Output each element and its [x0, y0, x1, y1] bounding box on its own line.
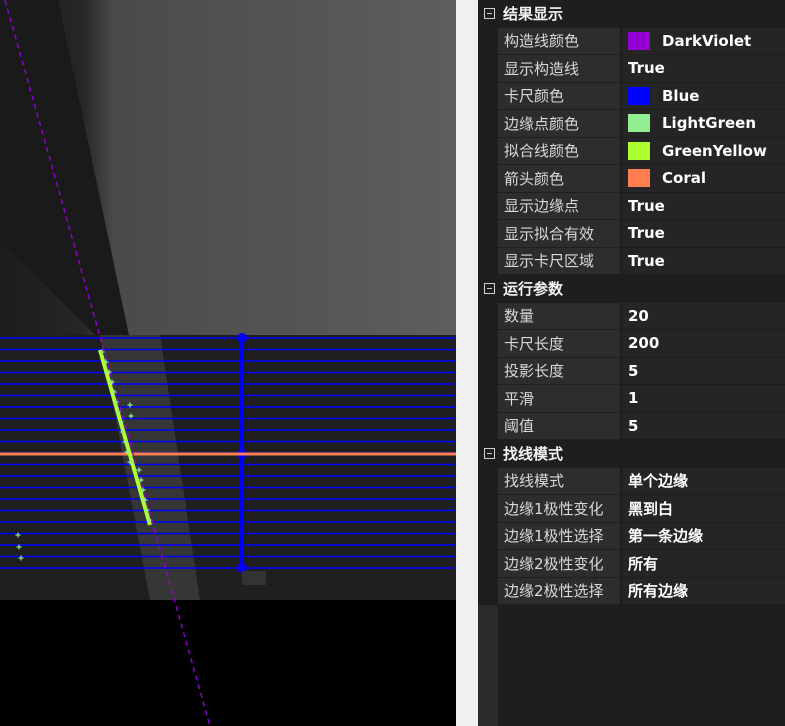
caliper-handle-top[interactable] — [237, 333, 247, 343]
property-name: 阈值 — [498, 412, 620, 440]
property-name: 投影长度 — [498, 357, 620, 385]
image-viewer[interactable] — [0, 0, 456, 726]
property-value[interactable]: 黑到白 — [622, 495, 785, 523]
collapse-icon[interactable] — [484, 8, 495, 20]
property-row[interactable]: 投影长度 5 — [478, 357, 785, 385]
property-name: 显示卡尺区域 — [498, 247, 620, 275]
property-value-text: GreenYellow — [662, 141, 767, 160]
property-value-text: 20 — [628, 306, 649, 325]
property-name: 边缘2极性变化 — [498, 550, 620, 578]
property-value-text: LightGreen — [662, 114, 757, 133]
property-value-text: 200 — [628, 334, 660, 353]
property-name: 卡尺颜色 — [498, 82, 620, 110]
property-value-text: 第一条边缘 — [628, 527, 704, 546]
property-value[interactable]: True — [622, 220, 785, 248]
property-value-text: True — [628, 251, 665, 270]
property-row[interactable]: 边缘1极性变化 黑到白 — [478, 495, 785, 523]
section-header[interactable]: 找线模式 — [478, 440, 785, 468]
property-name: 平滑 — [498, 385, 620, 413]
property-value-text: True — [628, 196, 665, 215]
property-row[interactable]: 边缘2极性变化 所有 — [478, 550, 785, 578]
property-value-text: 所有边缘 — [628, 582, 689, 601]
property-row[interactable]: 显示卡尺区域 True — [478, 247, 785, 275]
property-name: 数量 — [498, 302, 620, 330]
property-row[interactable]: 边缘2极性选择 所有边缘 — [478, 577, 785, 605]
property-value[interactable]: 所有 — [622, 550, 785, 578]
property-row[interactable]: 箭头颜色 Coral — [478, 165, 785, 193]
property-name: 边缘2极性选择 — [498, 577, 620, 605]
property-value[interactable]: 5 — [622, 412, 785, 440]
property-row[interactable]: 显示拟合有效 True — [478, 220, 785, 248]
property-value[interactable]: True — [622, 55, 785, 83]
section-header[interactable]: 运行参数 — [478, 275, 785, 303]
camera-image-canvas — [0, 0, 456, 726]
property-row[interactable]: 阈值 5 — [478, 412, 785, 440]
color-swatch — [628, 86, 650, 105]
collapse-icon[interactable] — [484, 448, 495, 460]
property-row[interactable]: 显示构造线 True — [478, 55, 785, 83]
property-value-text: DarkViolet — [662, 31, 752, 50]
property-value[interactable]: 20 — [622, 302, 785, 330]
property-row[interactable]: 平滑 1 — [478, 385, 785, 413]
section-title: 运行参数 — [503, 280, 564, 299]
property-name: 显示拟合有效 — [498, 220, 620, 248]
property-value-text: Blue — [662, 86, 700, 105]
property-row[interactable]: 卡尺长度 200 — [478, 330, 785, 358]
section-title: 结果显示 — [503, 5, 564, 24]
property-name: 边缘1极性变化 — [498, 495, 620, 523]
property-value[interactable]: 5 — [622, 357, 785, 385]
property-value-text: 黑到白 — [628, 499, 674, 518]
color-swatch — [628, 114, 650, 133]
property-row[interactable]: 边缘1极性选择 第一条边缘 — [478, 522, 785, 550]
property-value-text: 单个边缘 — [628, 472, 689, 491]
property-grid[interactable]: 结果显示构造线颜色 DarkViolet 显示构造线 True 卡尺颜色 Blue 边缘点颜… — [478, 0, 785, 726]
section-header[interactable]: 结果显示 — [478, 0, 785, 28]
property-name: 拟合线颜色 — [498, 137, 620, 165]
property-name: 边缘点颜色 — [498, 110, 620, 138]
property-name: 边缘1极性选择 — [498, 522, 620, 550]
property-value[interactable]: Coral — [622, 165, 785, 193]
property-value[interactable]: Blue — [622, 82, 785, 110]
grid-margin — [478, 605, 498, 726]
property-value-text: 所有 — [628, 554, 659, 573]
lower-dark-region — [0, 335, 456, 600]
property-value[interactable]: 单个边缘 — [622, 467, 785, 495]
property-row[interactable]: 构造线颜色 DarkViolet — [478, 27, 785, 55]
collapse-icon[interactable] — [484, 283, 495, 295]
property-value-text: 5 — [628, 361, 639, 380]
panel-splitter[interactable] — [456, 0, 478, 726]
section-title: 找线模式 — [503, 445, 564, 464]
property-name: 构造线颜色 — [498, 27, 620, 55]
property-value[interactable]: 1 — [622, 385, 785, 413]
property-value[interactable]: True — [622, 192, 785, 220]
color-swatch — [628, 31, 650, 50]
property-value[interactable]: True — [622, 247, 785, 275]
property-name: 找线模式 — [498, 467, 620, 495]
property-value-text: 5 — [628, 416, 639, 435]
property-name: 显示边缘点 — [498, 192, 620, 220]
property-value[interactable]: 200 — [622, 330, 785, 358]
property-value-text: 1 — [628, 389, 639, 408]
property-row[interactable]: 显示边缘点 True — [478, 192, 785, 220]
property-value-text: True — [628, 224, 665, 243]
property-row[interactable]: 数量 20 — [478, 302, 785, 330]
property-name: 箭头颜色 — [498, 165, 620, 193]
property-row[interactable]: 边缘点颜色 LightGreen — [478, 110, 785, 138]
caliper-label-box — [242, 571, 266, 585]
property-value[interactable]: LightGreen — [622, 110, 785, 138]
property-value[interactable]: 第一条边缘 — [622, 522, 785, 550]
property-value-text: Coral — [662, 169, 706, 188]
property-value[interactable]: GreenYellow — [622, 137, 785, 165]
property-value[interactable]: DarkViolet — [622, 27, 785, 55]
property-value-text: True — [628, 59, 665, 78]
color-swatch — [628, 141, 650, 160]
property-value[interactable]: 所有边缘 — [622, 577, 785, 605]
color-swatch — [628, 169, 650, 188]
property-row[interactable]: 找线模式 单个边缘 — [478, 467, 785, 495]
property-row[interactable]: 卡尺颜色 Blue — [478, 82, 785, 110]
property-row[interactable]: 拟合线颜色 GreenYellow — [478, 137, 785, 165]
property-name: 卡尺长度 — [498, 330, 620, 358]
property-name: 显示构造线 — [498, 55, 620, 83]
